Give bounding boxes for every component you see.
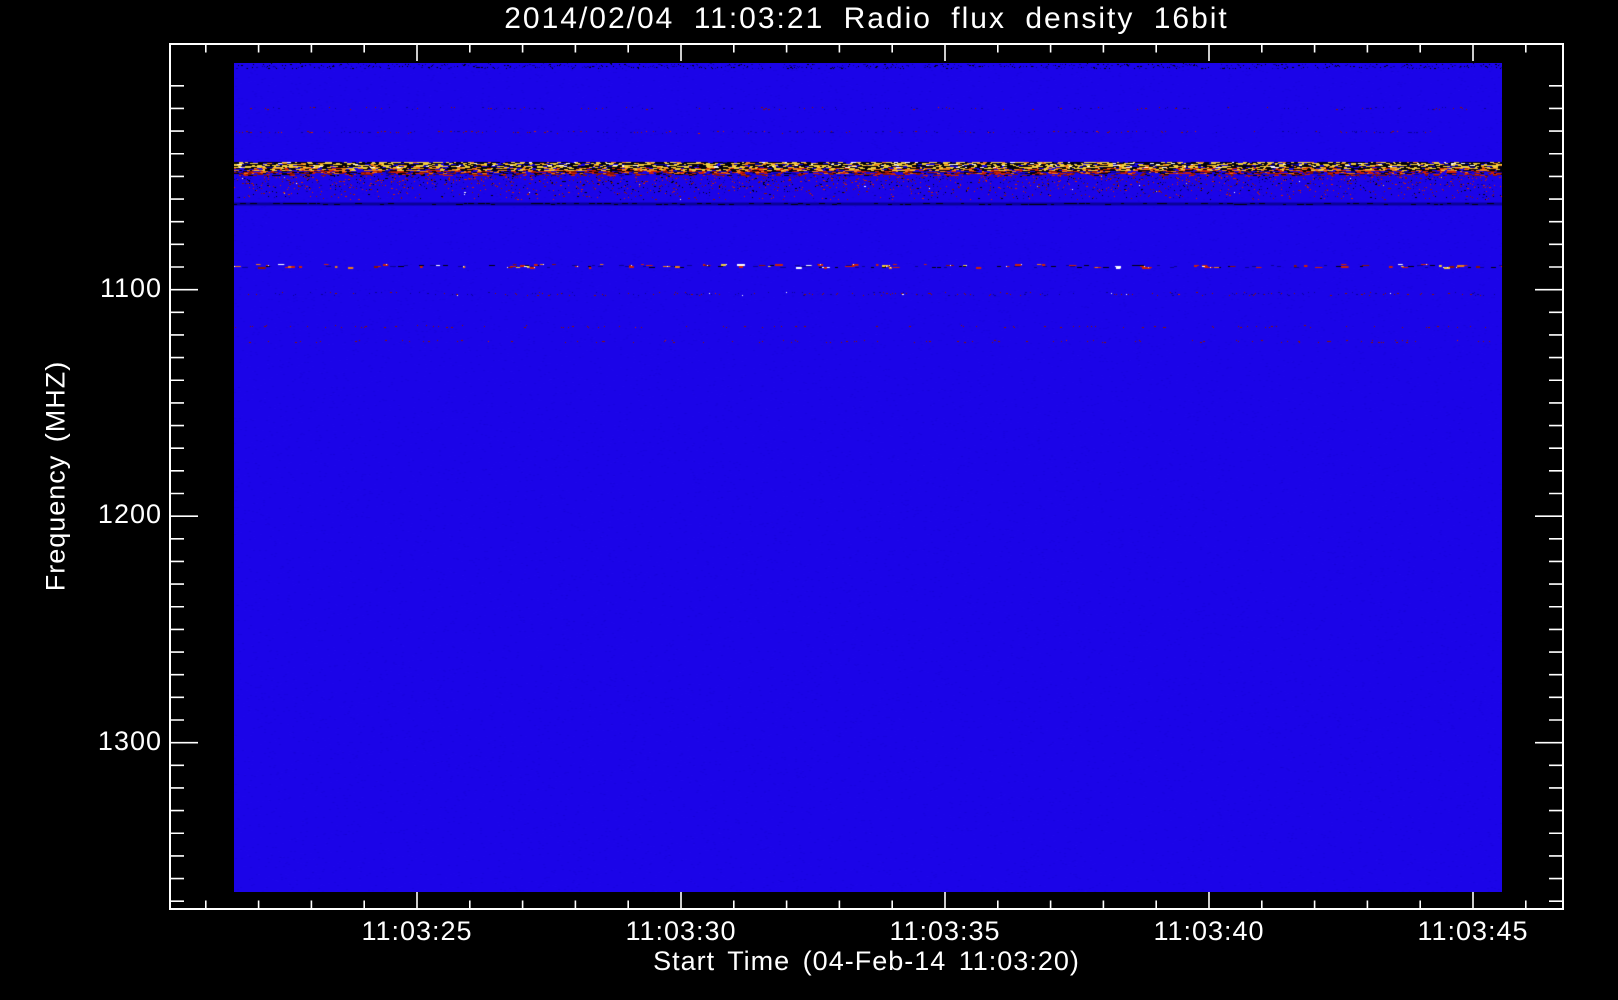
axis-ticks xyxy=(170,44,1563,909)
spectrogram-plot: 2014/02/04 11:03:21 Radio flux density 1… xyxy=(0,0,1618,1000)
plot-title: 2014/02/04 11:03:21 Radio flux density 1… xyxy=(504,2,1229,35)
x-tick-label: 11:03:30 xyxy=(625,916,737,946)
x-tick-label: 11:03:25 xyxy=(361,916,473,946)
y-axis-label: Frequency (MHZ) xyxy=(40,360,71,592)
plot-frame xyxy=(169,43,1564,910)
x-tick-label: 11:03:40 xyxy=(1153,916,1265,946)
plot-axes xyxy=(169,43,1564,910)
x-tick-label: 11:03:45 xyxy=(1417,916,1529,946)
x-axis-label: Start Time (04-Feb-14 11:03:20) xyxy=(653,946,1080,976)
y-tick-label: 1300 xyxy=(97,725,162,756)
x-tick-label: 11:03:35 xyxy=(889,916,1001,946)
y-tick-label: 1200 xyxy=(97,499,162,530)
y-tick-label: 1100 xyxy=(99,272,162,303)
